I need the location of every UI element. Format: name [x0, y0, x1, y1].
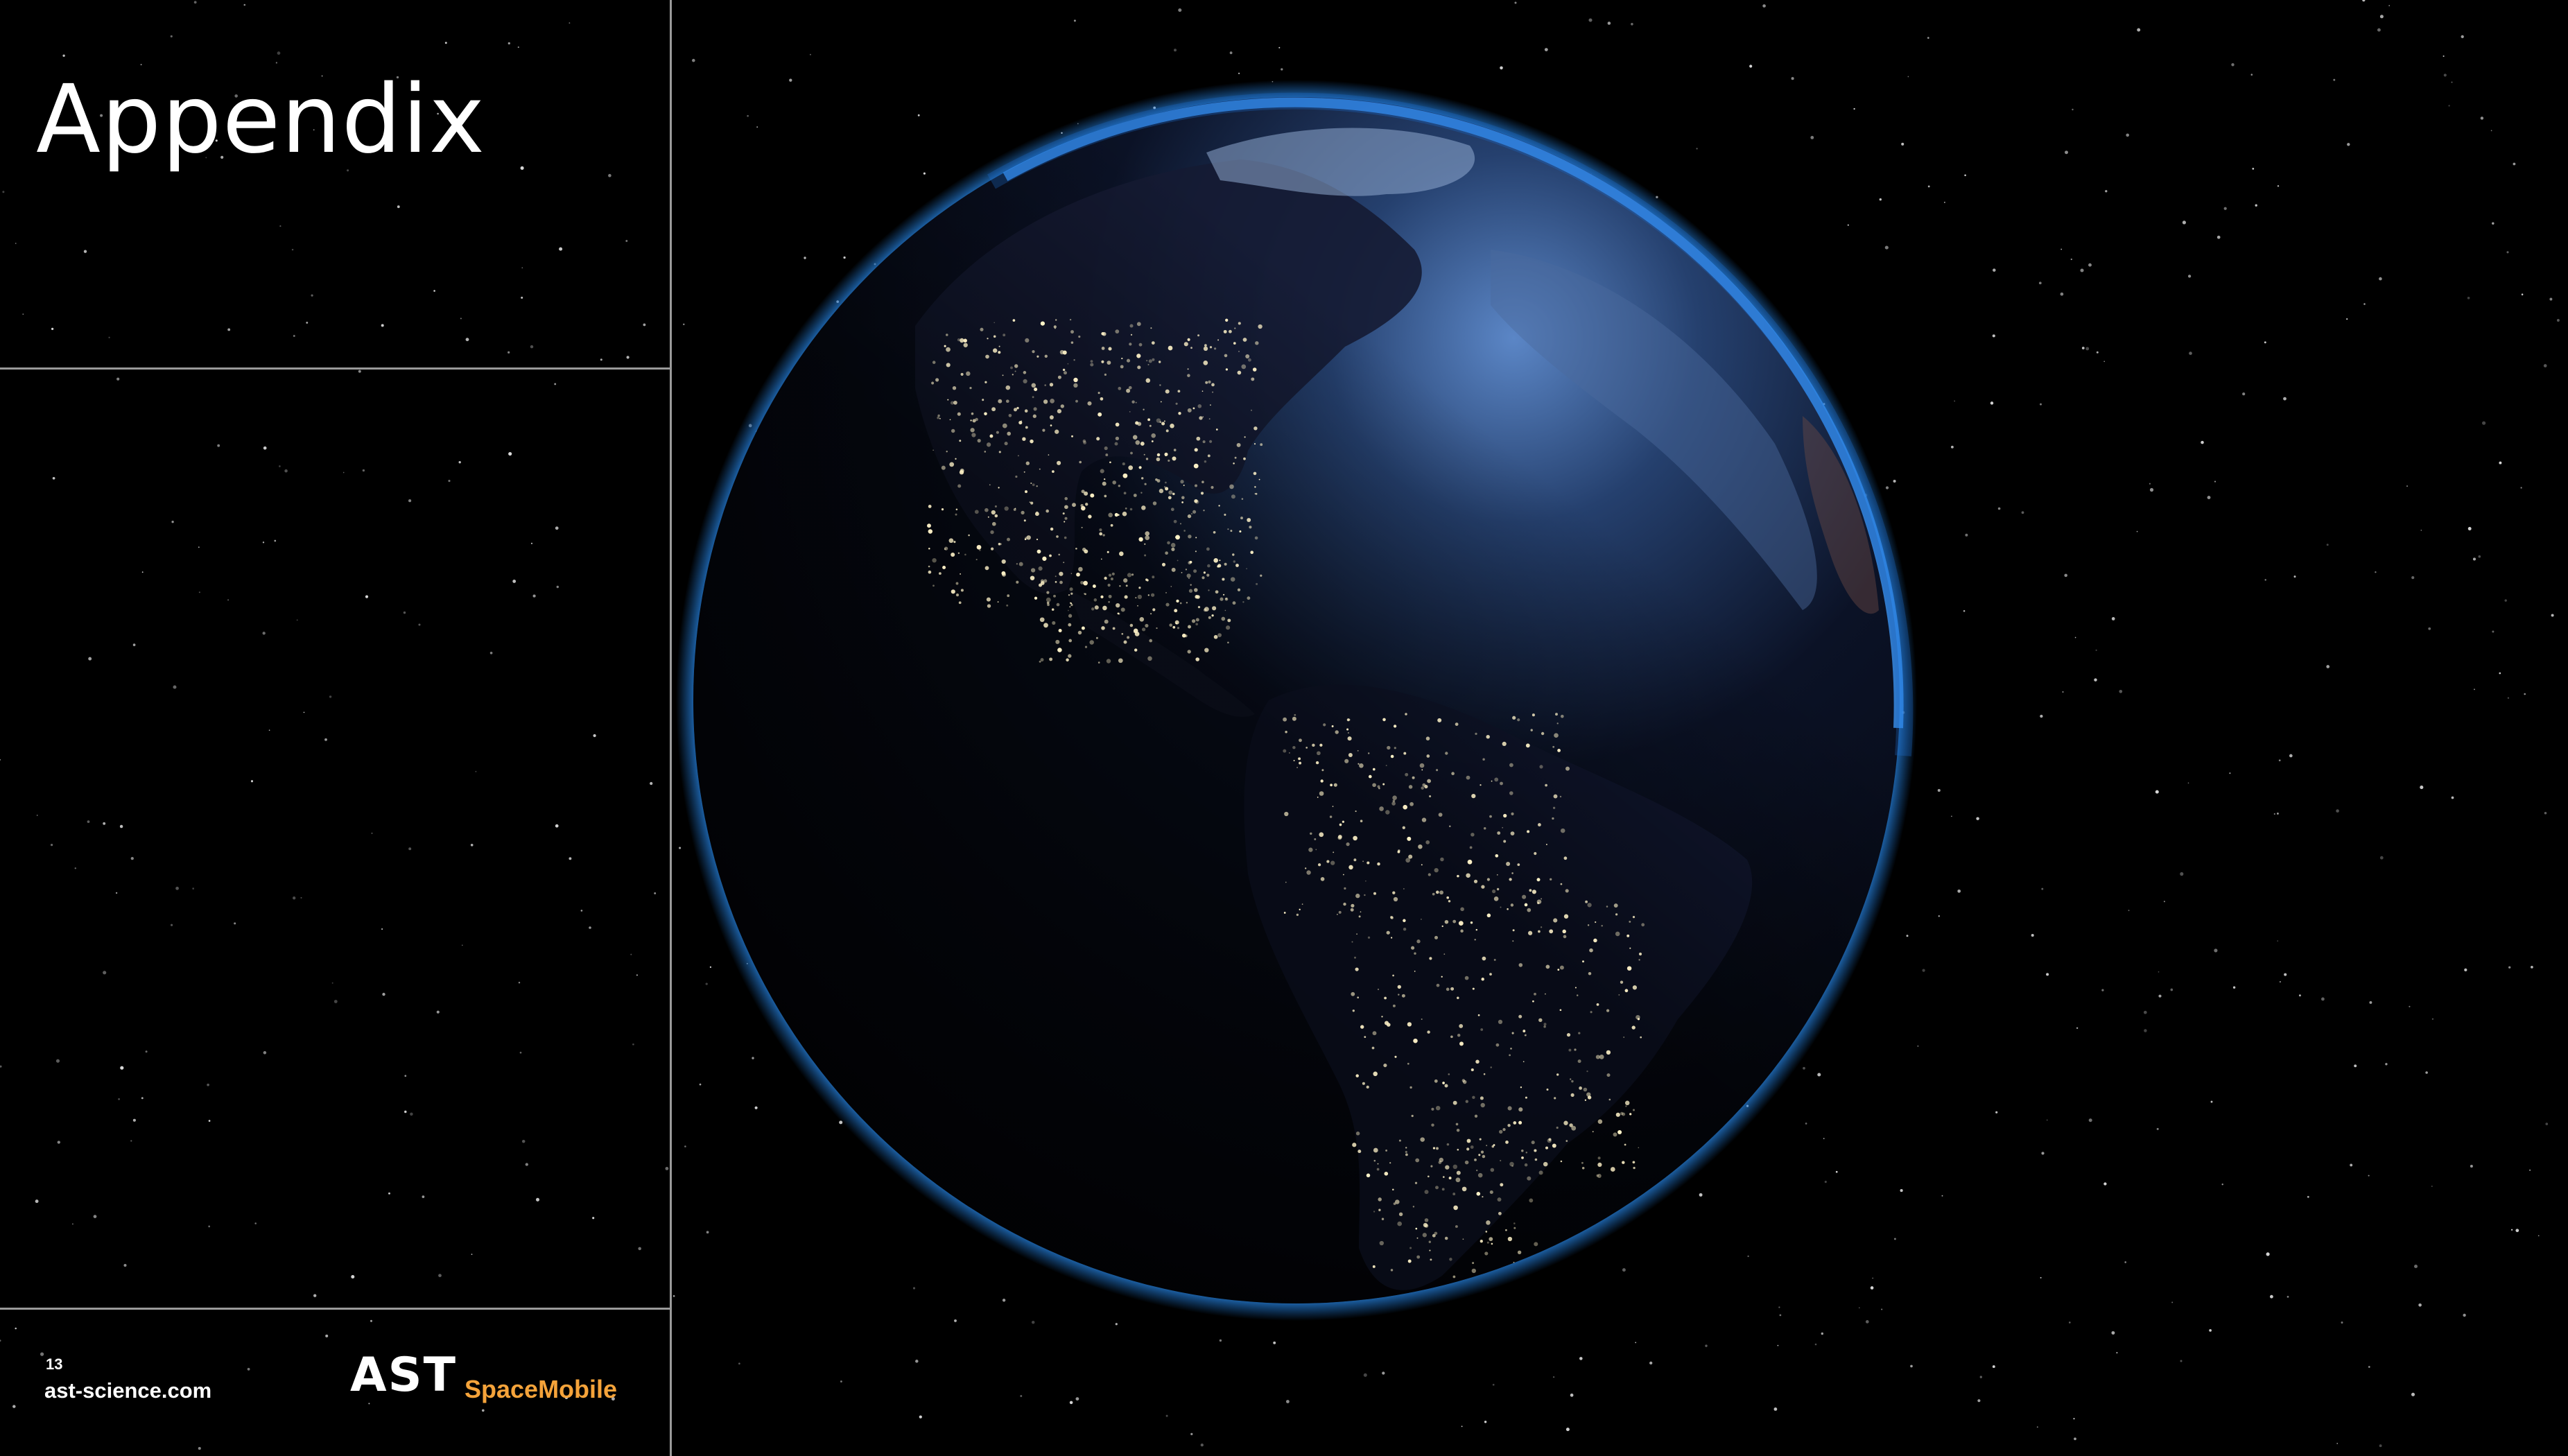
slide-title: Appendix [36, 65, 486, 175]
earth-globe-image [676, 80, 1917, 1321]
page-number: 13 [46, 1355, 63, 1373]
title-divider [0, 367, 670, 370]
ast-spacemobile-logo: AST SpaceMobile [350, 1352, 617, 1403]
logo-secondary-text: SpaceMobile [465, 1375, 617, 1403]
footer-divider [0, 1308, 670, 1310]
website-url: ast-science.com [44, 1378, 212, 1403]
slide: Appendix 13 ast-science.com AST SpaceMob… [0, 0, 2568, 1456]
logo-primary-text: AST [350, 1352, 457, 1403]
vertical-divider [670, 0, 672, 1456]
